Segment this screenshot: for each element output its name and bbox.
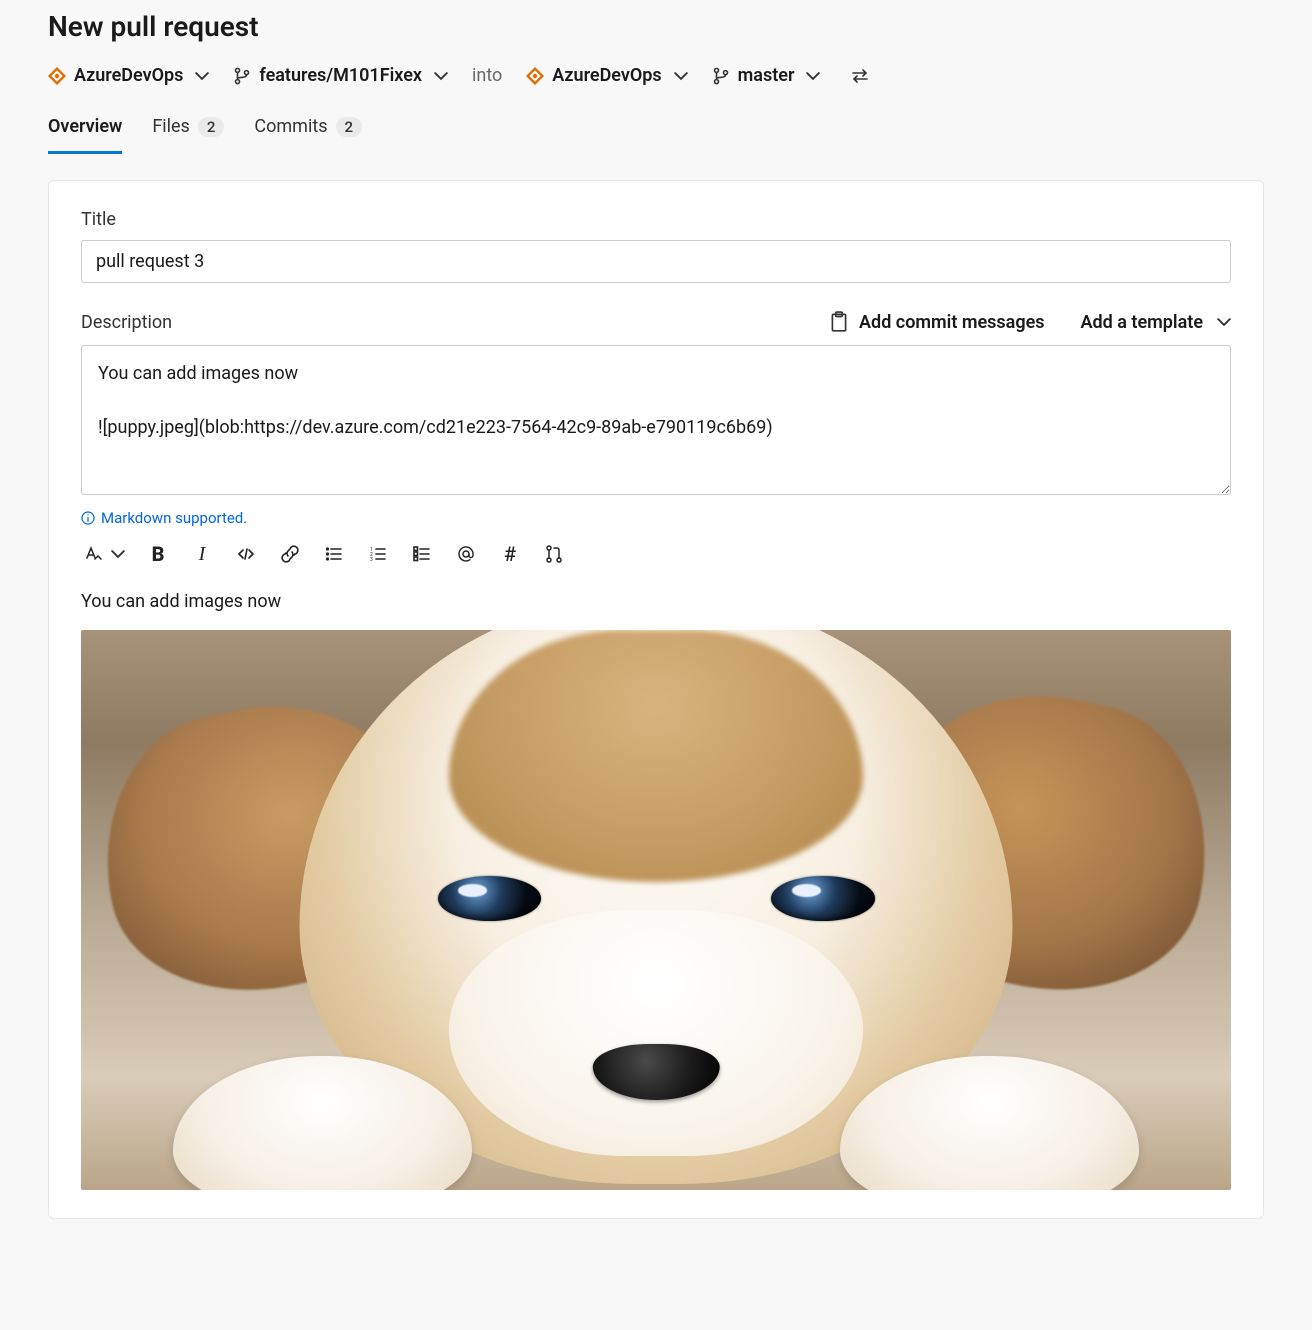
info-icon bbox=[81, 511, 95, 525]
branch-selector-row: AzureDevOps features/M101Fixex into Azur… bbox=[48, 65, 1264, 86]
link-button[interactable] bbox=[279, 543, 301, 565]
source-branch-picker[interactable]: features/M101Fixex bbox=[233, 65, 448, 86]
tab-label: Commits bbox=[254, 116, 327, 137]
target-repo-name: AzureDevOps bbox=[552, 65, 661, 86]
title-input[interactable] bbox=[81, 240, 1231, 283]
clipboard-icon bbox=[829, 311, 849, 333]
chevron-down-icon bbox=[434, 69, 448, 83]
chevron-down-icon bbox=[806, 69, 820, 83]
add-commit-messages-button[interactable]: Add commit messages bbox=[829, 311, 1044, 333]
mention-button[interactable] bbox=[455, 543, 477, 565]
markdown-toolbar: B I 123 # bbox=[81, 543, 1231, 565]
target-branch-name: master bbox=[738, 65, 795, 86]
preview-text: You can add images now bbox=[81, 591, 1231, 612]
italic-button[interactable]: I bbox=[191, 543, 213, 565]
markdown-link-text: Markdown supported. bbox=[101, 509, 247, 527]
action-label: Add a template bbox=[1081, 312, 1203, 333]
tab-commits[interactable]: Commits 2 bbox=[254, 116, 362, 154]
code-button[interactable] bbox=[235, 543, 257, 565]
text-style-button[interactable] bbox=[81, 543, 103, 565]
branch-icon bbox=[712, 67, 730, 85]
checklist-button[interactable] bbox=[411, 543, 433, 565]
pr-form-card: Title Description Add commit messages Ad… bbox=[48, 180, 1264, 1219]
branch-icon bbox=[233, 67, 251, 85]
tab-badge: 2 bbox=[198, 117, 225, 137]
title-label: Title bbox=[81, 209, 1231, 230]
chevron-down-icon bbox=[195, 69, 209, 83]
preview-image bbox=[81, 630, 1231, 1190]
description-label: Description bbox=[81, 312, 172, 333]
repo-icon bbox=[48, 67, 66, 85]
description-textarea[interactable] bbox=[81, 345, 1231, 495]
tab-badge: 2 bbox=[336, 117, 363, 137]
tab-overview[interactable]: Overview bbox=[48, 116, 122, 154]
into-label: into bbox=[472, 65, 502, 86]
work-item-button[interactable]: # bbox=[499, 543, 521, 565]
target-branch-picker[interactable]: master bbox=[712, 65, 821, 86]
bold-button[interactable]: B bbox=[147, 543, 169, 565]
tab-label: Overview bbox=[48, 116, 122, 137]
page-title: New pull request bbox=[48, 10, 1264, 43]
target-repo-picker[interactable]: AzureDevOps bbox=[526, 65, 687, 86]
tabs: Overview Files 2 Commits 2 bbox=[48, 116, 1264, 154]
tab-label: Files bbox=[152, 116, 190, 137]
add-template-button[interactable]: Add a template bbox=[1081, 312, 1231, 333]
swap-branches-icon[interactable] bbox=[850, 66, 870, 86]
chevron-down-icon bbox=[1217, 315, 1231, 329]
chevron-down-icon[interactable] bbox=[111, 547, 125, 561]
svg-text:3: 3 bbox=[370, 557, 373, 563]
source-branch-name: features/M101Fixex bbox=[259, 65, 422, 86]
source-repo-picker[interactable]: AzureDevOps bbox=[48, 65, 209, 86]
action-label: Add commit messages bbox=[859, 312, 1044, 333]
repo-icon bbox=[526, 67, 544, 85]
chevron-down-icon bbox=[674, 69, 688, 83]
numbered-list-button[interactable]: 123 bbox=[367, 543, 389, 565]
markdown-supported-link[interactable]: Markdown supported. bbox=[81, 509, 247, 527]
bulleted-list-button[interactable] bbox=[323, 543, 345, 565]
source-repo-name: AzureDevOps bbox=[74, 65, 183, 86]
tab-files[interactable]: Files 2 bbox=[152, 116, 224, 154]
pull-request-button[interactable] bbox=[543, 543, 565, 565]
